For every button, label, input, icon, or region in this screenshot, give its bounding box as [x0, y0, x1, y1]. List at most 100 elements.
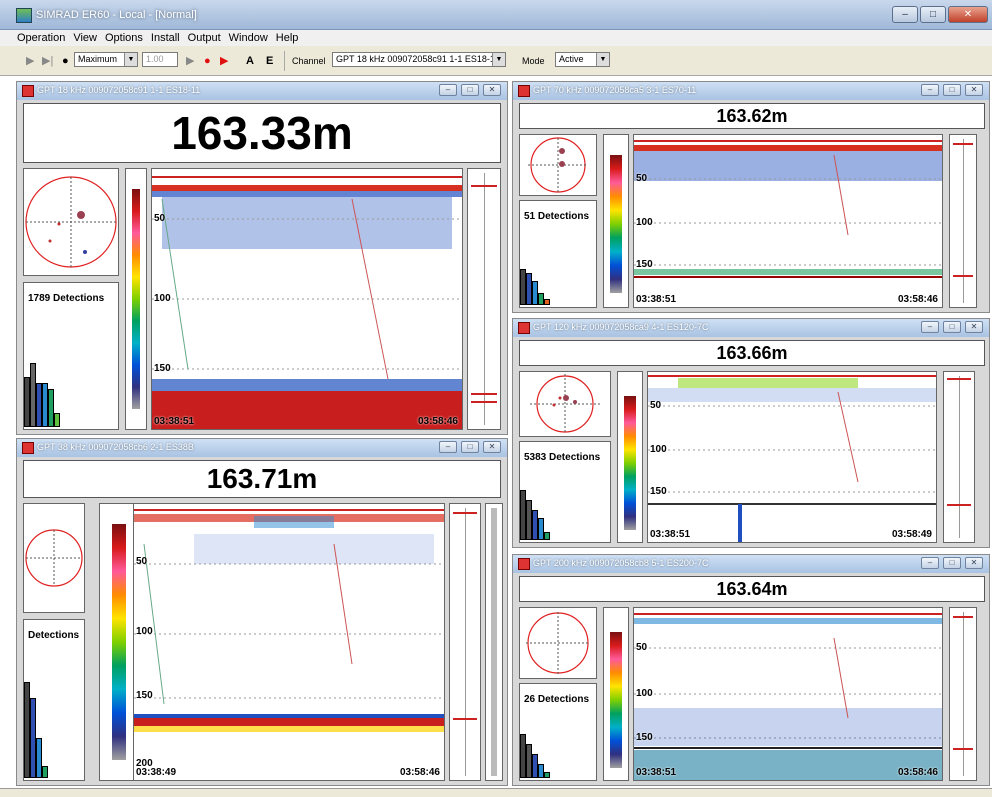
channel-select[interactable]: GPT 18 kHz 009072058c91 1-1 ES18-11 ▼	[332, 52, 506, 67]
channel-label: Channel	[292, 56, 326, 66]
menu-help[interactable]: Help	[276, 30, 299, 46]
depth-scale	[943, 371, 975, 543]
depth-scale	[949, 134, 977, 308]
detections-histogram	[520, 734, 550, 778]
dot-icon[interactable]: ●	[62, 55, 69, 67]
echogram[interactable]: 50 100 150 03:38:51 03:58:49	[647, 371, 937, 543]
panel-restore-button[interactable]: □	[943, 557, 961, 569]
detections-histogram	[520, 490, 550, 540]
time-start: 03:38:51	[636, 294, 677, 305]
depth-label: 50	[136, 556, 148, 567]
panel-title: GPT 200 kHz 009072058cb8 5-1 ES200-7C	[533, 558, 709, 568]
echogram-panel-70khz: GPT 70 kHz 009072058ca5 3-1 ES70-11 – □ ✕ …	[512, 81, 990, 313]
chevron-down-icon: ▼	[596, 53, 609, 66]
panel-minimize-button[interactable]: –	[921, 321, 939, 333]
window-titlebar: SIMRAD ER60 - Local - [Normal] – □ ✕	[0, 0, 992, 30]
menu-output[interactable]: Output	[188, 30, 221, 46]
panel-titlebar: GPT 70 kHz 009072058ca5 3-1 ES70-11 – □ ✕	[513, 82, 989, 100]
echogram[interactable]: 50 100 150 200 03:38:49 03:58:46	[133, 503, 445, 781]
panel-icon	[22, 85, 34, 97]
mode-select[interactable]: Active ▼	[555, 52, 610, 67]
menu-install[interactable]: Install	[151, 30, 180, 46]
color-scale	[603, 607, 629, 781]
panel-close-button[interactable]: ✕	[483, 84, 501, 96]
menu-window[interactable]: Window	[229, 30, 268, 46]
play-small-icon[interactable]: ▶	[186, 55, 194, 67]
e-button[interactable]: E	[266, 55, 273, 67]
depth-label: 50	[636, 173, 648, 184]
a-button[interactable]: A	[246, 55, 254, 67]
chevron-down-icon: ▼	[124, 53, 137, 66]
time-start: 03:38:51	[650, 529, 691, 540]
step-icon[interactable]: ▶|	[42, 55, 53, 67]
menu-operation[interactable]: Operation	[17, 30, 65, 46]
panel-restore-button[interactable]: □	[461, 84, 479, 96]
panel-minimize-button[interactable]: –	[439, 84, 457, 96]
channel-value: GPT 18 kHz 009072058c91 1-1 ES18-11	[336, 54, 500, 64]
position-radar	[23, 503, 85, 613]
depth-label: 50	[650, 400, 662, 411]
time-end: 03:58:46	[399, 767, 440, 778]
depth-label: 100	[650, 444, 667, 455]
position-radar	[23, 168, 119, 276]
panel-close-button[interactable]: ✕	[965, 84, 983, 96]
detections-panel: 1789 Detections	[23, 282, 119, 430]
panel-minimize-button[interactable]: –	[439, 441, 457, 453]
time-end: 03:58:46	[897, 767, 938, 778]
radar-icon	[25, 176, 117, 268]
panel-minimize-button[interactable]: –	[921, 557, 939, 569]
position-radar	[519, 371, 611, 437]
detections-histogram	[24, 682, 48, 778]
depth-label: 100	[636, 217, 653, 228]
panel-close-button[interactable]: ✕	[965, 557, 983, 569]
detections-count: Detections	[28, 630, 80, 641]
position-radar	[519, 607, 597, 679]
depth-label: 100	[136, 626, 153, 637]
panel-title: GPT 38 kHz 009072058cb6 2-1 ES38B	[37, 442, 194, 452]
depth-readout: 163.66m	[519, 340, 985, 366]
echogram-panel-38khz: GPT 38 kHz 009072058cb6 2-1 ES38B – □ ✕ 16…	[16, 438, 508, 786]
panel-restore-button[interactable]: □	[461, 441, 479, 453]
panel-title: GPT 120 kHz 009072058ca9 4-1 ES120-7C	[533, 322, 709, 332]
panel-close-button[interactable]: ✕	[965, 321, 983, 333]
play-icon[interactable]: ▶	[26, 55, 34, 67]
mode-label: Mode	[522, 56, 545, 66]
vertical-scrollbar[interactable]	[485, 503, 503, 781]
record-icon[interactable]: ●	[204, 55, 211, 67]
echogram-panel-18khz: GPT 18 kHz 009072058c91 1-1 ES18-11 – □ ✕ …	[16, 81, 508, 435]
toolbar: ▶ ▶| ● Maximum ▼ 1.00 ▶ ● ▶ A E Channel G…	[0, 46, 992, 76]
panel-restore-button[interactable]: □	[943, 84, 961, 96]
panel-icon	[518, 322, 530, 334]
radar-icon	[530, 374, 600, 434]
ping-mode-select[interactable]: Maximum ▼	[74, 52, 138, 67]
color-scale	[617, 371, 643, 543]
panel-titlebar: GPT 120 kHz 009072058ca9 4-1 ES120-7C – □…	[513, 319, 989, 337]
radar-icon	[25, 529, 83, 587]
close-button[interactable]: ✕	[948, 6, 988, 23]
detections-count: 51 Detections	[524, 211, 590, 222]
interval-stepper[interactable]: 1.00	[142, 52, 178, 67]
ping-mode-value: Maximum	[78, 54, 118, 64]
detections-panel: 51 Detections	[519, 200, 597, 308]
record-play-icon[interactable]: ▶	[220, 55, 228, 67]
time-end: 03:58:46	[897, 294, 938, 305]
menu-bar: Operation View Options Install Output Wi…	[0, 30, 992, 46]
panel-minimize-button[interactable]: –	[921, 84, 939, 96]
echogram[interactable]: 50 100 150 03:38:51 03:58:46	[633, 134, 943, 308]
echogram-panel-120khz: GPT 120 kHz 009072058ca9 4-1 ES120-7C – □…	[512, 318, 990, 548]
detections-panel: Detections	[23, 619, 85, 781]
echogram-plot	[152, 176, 462, 429]
echogram[interactable]: 50 100 150 03:38:51 03:58:46	[151, 168, 463, 430]
menu-options[interactable]: Options	[105, 30, 143, 46]
echogram-plot	[634, 613, 942, 780]
depth-label: 50	[154, 213, 166, 224]
menu-view[interactable]: View	[73, 30, 97, 46]
mode-value: Active	[559, 54, 584, 64]
minimize-button[interactable]: –	[892, 6, 918, 23]
panel-close-button[interactable]: ✕	[483, 441, 501, 453]
panel-restore-button[interactable]: □	[943, 321, 961, 333]
detections-count: 5383 Detections	[524, 452, 601, 463]
echogram[interactable]: 50 100 150 03:38:51 03:58:46	[633, 607, 943, 781]
depth-label: 100	[154, 293, 171, 304]
maximize-button[interactable]: □	[920, 6, 946, 23]
